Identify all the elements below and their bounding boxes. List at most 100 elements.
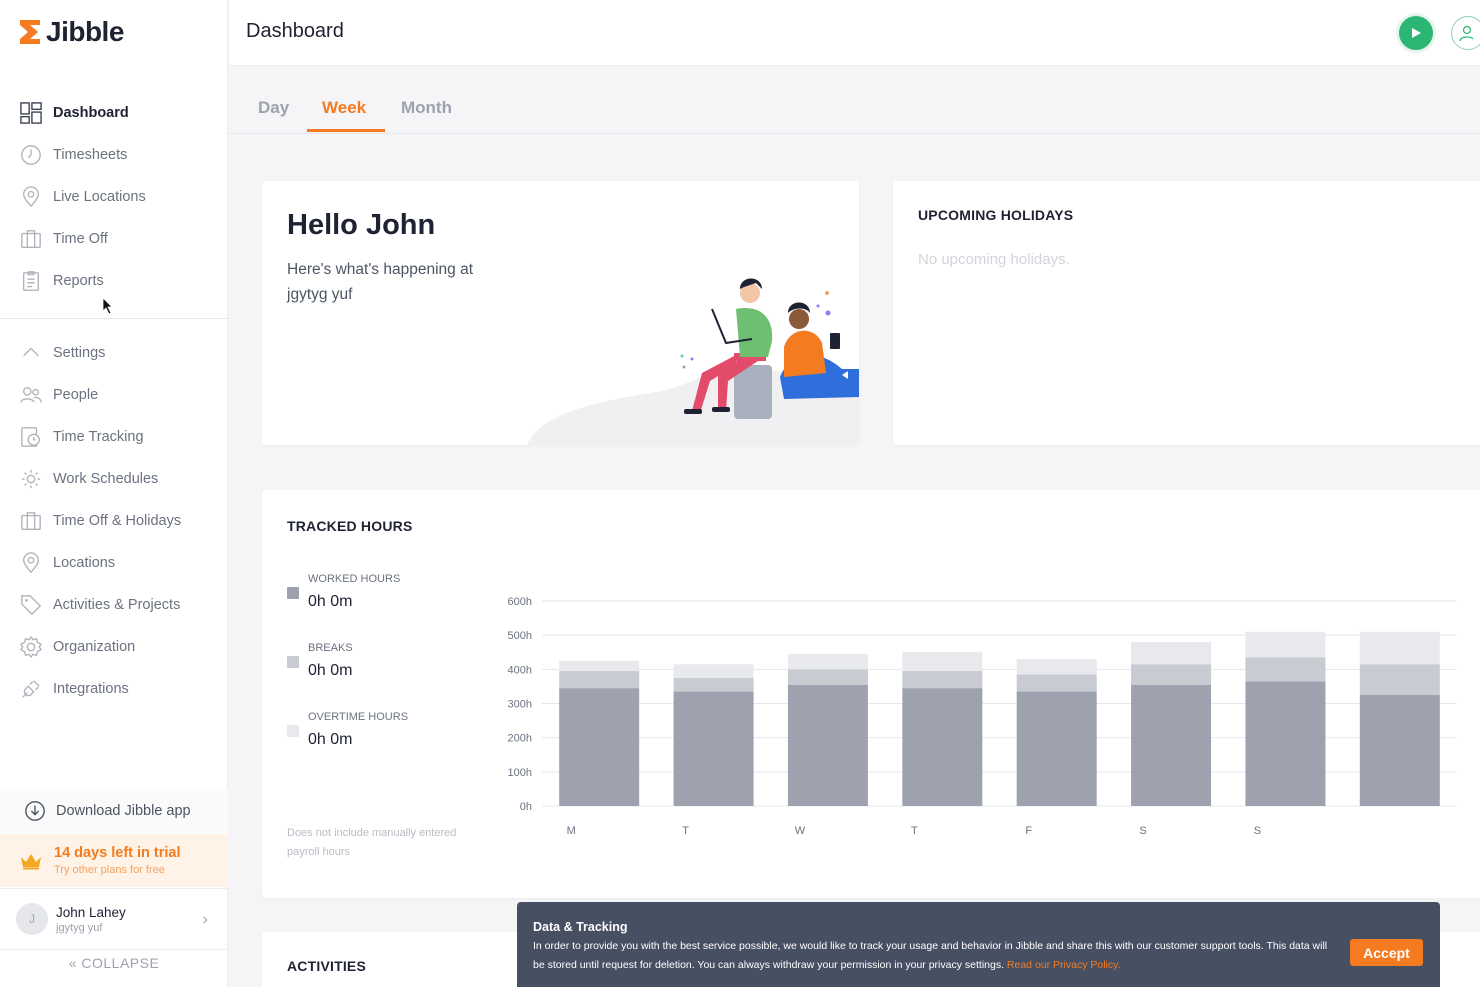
map-pin-icon <box>19 185 43 209</box>
top-header: Dashboard <box>229 0 1480 66</box>
x-tick-label: S <box>1254 825 1261 837</box>
legend-value: 0h 0m <box>308 662 353 679</box>
download-app-link[interactable]: Download Jibble app <box>0 789 228 833</box>
tab-month[interactable]: Month <box>401 98 452 118</box>
bar-segment <box>1016 691 1097 806</box>
accept-button[interactable]: Accept <box>1350 939 1423 966</box>
bar-segment <box>1016 659 1097 675</box>
briefcase-icon <box>19 509 43 533</box>
app-name: Jibble <box>46 16 124 47</box>
sidebar-item-activities-projects[interactable]: Activities & Projects <box>0 584 228 626</box>
bar-segment <box>1131 684 1212 806</box>
welcome-card: Hello John Here's what's happening at jg… <box>262 181 859 445</box>
sidebar-item-time-off[interactable]: Time Off <box>0 218 228 260</box>
report-icon <box>19 269 43 293</box>
legend-label: WORKED HOURS <box>308 573 401 585</box>
bar-segment <box>902 688 983 806</box>
bar-segment <box>902 652 983 672</box>
bar-segment <box>1245 631 1326 658</box>
sidebar-item-label: Time Tracking <box>53 429 144 445</box>
sidebar-item-label: Work Schedules <box>53 471 159 487</box>
schedule-icon <box>19 467 43 491</box>
sidebar-item-timesheets[interactable]: Timesheets <box>0 134 228 176</box>
period-tabs: Day Week Month <box>229 66 1480 134</box>
collapse-label: COLLAPSE <box>81 955 160 971</box>
sidebar-item-locations[interactable]: Locations <box>0 542 228 584</box>
bar-segment <box>559 660 640 672</box>
people-icon <box>19 383 43 407</box>
x-tick-label: W <box>795 825 806 837</box>
bar-segment <box>559 688 640 806</box>
primary-nav: Dashboard Timesheets Live Locations Time… <box>0 92 228 302</box>
sidebar-item-label: Integrations <box>53 681 129 697</box>
sidebar-item-label: Organization <box>53 639 136 655</box>
y-tick-label: 400h <box>508 664 532 676</box>
y-tick-label: 600h <box>508 596 532 608</box>
y-tick-label: 300h <box>508 699 532 711</box>
download-icon <box>24 800 46 822</box>
bar-segment <box>559 671 640 689</box>
user-name: John Lahey <box>56 904 126 920</box>
x-tick-label: S <box>1139 825 1146 837</box>
bar-segment <box>673 664 754 678</box>
sidebar: Jibble Dashboard Timesheets Live Locatio… <box>0 0 228 987</box>
sidebar-item-work-schedules[interactable]: Work Schedules <box>0 458 228 500</box>
tag-icon <box>19 593 43 617</box>
sidebar-item-live-locations[interactable]: Live Locations <box>0 176 228 218</box>
user-profile[interactable]: J John Lahey jgytyg yuf › <box>0 888 228 950</box>
bar-segment <box>787 669 868 685</box>
bar-segment <box>1131 664 1212 685</box>
holidays-heading: UPCOMING HOLIDAYS <box>918 207 1074 223</box>
tracked-hours-chart: 0h 100h 200h 300h 400h 500h 600h M T W T F S S <box>508 596 1457 837</box>
sidebar-item-settings[interactable]: Settings <box>0 332 228 374</box>
profile-button[interactable] <box>1451 16 1480 50</box>
jibble-logo[interactable]: Jibble <box>18 16 124 48</box>
bar-segment <box>1131 642 1212 665</box>
double-chevron-left-icon: « <box>68 955 77 971</box>
briefcase-icon <box>19 227 43 251</box>
privacy-policy-link[interactable]: Read our Privacy Policy. <box>1007 959 1121 971</box>
sidebar-item-time-off-holidays[interactable]: Time Off & Holidays <box>0 500 228 542</box>
sidebar-item-label: Timesheets <box>53 147 128 163</box>
tab-week[interactable]: Week <box>322 98 366 118</box>
welcome-title: Hello John <box>287 209 436 241</box>
sidebar-item-label: People <box>53 387 99 403</box>
clock-icon <box>19 143 43 167</box>
sidebar-item-integrations[interactable]: Integrations <box>0 668 228 710</box>
y-tick-label: 0h <box>520 801 532 813</box>
legend-swatch <box>287 587 299 599</box>
download-app-label: Download Jibble app <box>56 803 191 819</box>
bar-segment <box>1359 694 1440 806</box>
cookie-banner-text: In order to provide you with the best se… <box>533 937 1333 975</box>
crown-icon <box>20 852 42 870</box>
trial-banner[interactable]: 14 days left in trial Try other plans fo… <box>0 834 228 887</box>
bar-segment <box>1245 657 1326 682</box>
plug-icon <box>19 677 43 701</box>
bar-segment <box>1359 631 1440 665</box>
y-tick-label: 200h <box>508 733 532 745</box>
sidebar-item-label: Live Locations <box>53 189 146 205</box>
bar-segment <box>787 684 868 806</box>
avatar: J <box>16 903 48 935</box>
legend-value: 0h 0m <box>308 593 353 610</box>
user-org: jgytyg yuf <box>56 921 103 934</box>
start-timer-button[interactable] <box>1399 16 1433 50</box>
cookie-banner-body: In order to provide you with the best se… <box>533 940 1328 971</box>
gear-icon <box>19 635 43 659</box>
cookie-banner-title: Data & Tracking <box>533 920 628 934</box>
collapse-button[interactable]: « COLLAPSE <box>0 955 228 971</box>
tracked-hours-card: TRACKED HOURS WORKED HOURS 0h 0m BREAKS … <box>262 490 1480 898</box>
y-tick-label: 100h <box>508 767 532 779</box>
x-tick-label: M <box>567 825 576 837</box>
chevron-up-icon <box>19 341 43 365</box>
bar-segment <box>1245 681 1326 806</box>
sidebar-item-label: Dashboard <box>53 105 129 121</box>
sidebar-item-people[interactable]: People <box>0 374 228 416</box>
sidebar-item-organization[interactable]: Organization <box>0 626 228 668</box>
tab-day[interactable]: Day <box>258 98 289 118</box>
sidebar-item-time-tracking[interactable]: Time Tracking <box>0 416 228 458</box>
sidebar-item-dashboard[interactable]: Dashboard <box>0 92 228 134</box>
legend-value: 0h 0m <box>308 731 353 748</box>
dashboard-icon <box>19 101 43 125</box>
sidebar-item-reports[interactable]: Reports <box>0 260 228 302</box>
